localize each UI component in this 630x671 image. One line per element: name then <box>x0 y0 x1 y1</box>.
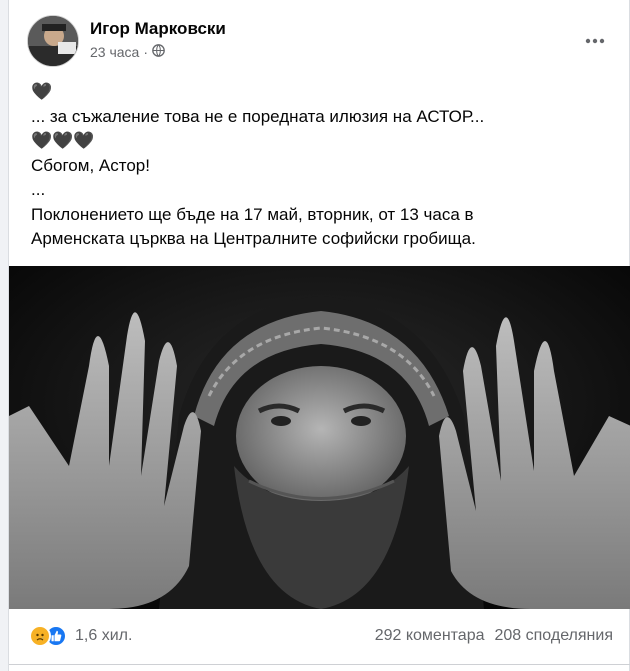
meta-separator: · <box>143 44 148 60</box>
post-line: Поклонението ще бъде на 17 май, вторник,… <box>31 204 474 224</box>
post-meta: 23 часа · <box>90 44 165 60</box>
post-footer: 1,6 хил. 292 коментара 208 споделяния <box>9 609 630 665</box>
post-stats: 292 коментара 208 споделяния <box>375 627 613 645</box>
post-line: 🖤🖤🖤 <box>31 131 95 150</box>
avatar-photo <box>28 16 78 66</box>
globe-icon <box>152 44 165 60</box>
reactions-summary[interactable]: 1,6 хил. <box>29 625 132 647</box>
author-avatar[interactable] <box>27 15 79 67</box>
post-card: Игор Марковски 23 часа · 🖤 ... за съжале… <box>8 0 630 671</box>
post-photo[interactable] <box>9 266 630 609</box>
post-time[interactable]: 23 часа <box>90 44 139 60</box>
post-line: 🖤 <box>31 82 53 101</box>
reaction-count[interactable]: 1,6 хил. <box>75 627 132 645</box>
portrait-illustration <box>9 266 630 609</box>
shares-count[interactable]: 208 споделяния <box>495 627 614 645</box>
post-line: ... за съжаление това не е поредната илю… <box>31 106 485 126</box>
post-line: Сбогом, Астор! <box>31 155 150 175</box>
comments-count[interactable]: 292 коментара <box>375 627 485 645</box>
more-dots-icon <box>585 38 605 44</box>
post-line: ... <box>31 180 46 199</box>
post-header: Игор Марковски 23 часа · <box>27 15 617 67</box>
author-name[interactable]: Игор Марковски <box>90 19 226 39</box>
more-options-button[interactable] <box>579 25 611 57</box>
post-line: Арменската църква на Централните софийск… <box>31 229 476 248</box>
post-text: 🖤 ... за съжаление това не е поредната и… <box>31 80 613 252</box>
sad-reaction-icon <box>29 625 51 647</box>
